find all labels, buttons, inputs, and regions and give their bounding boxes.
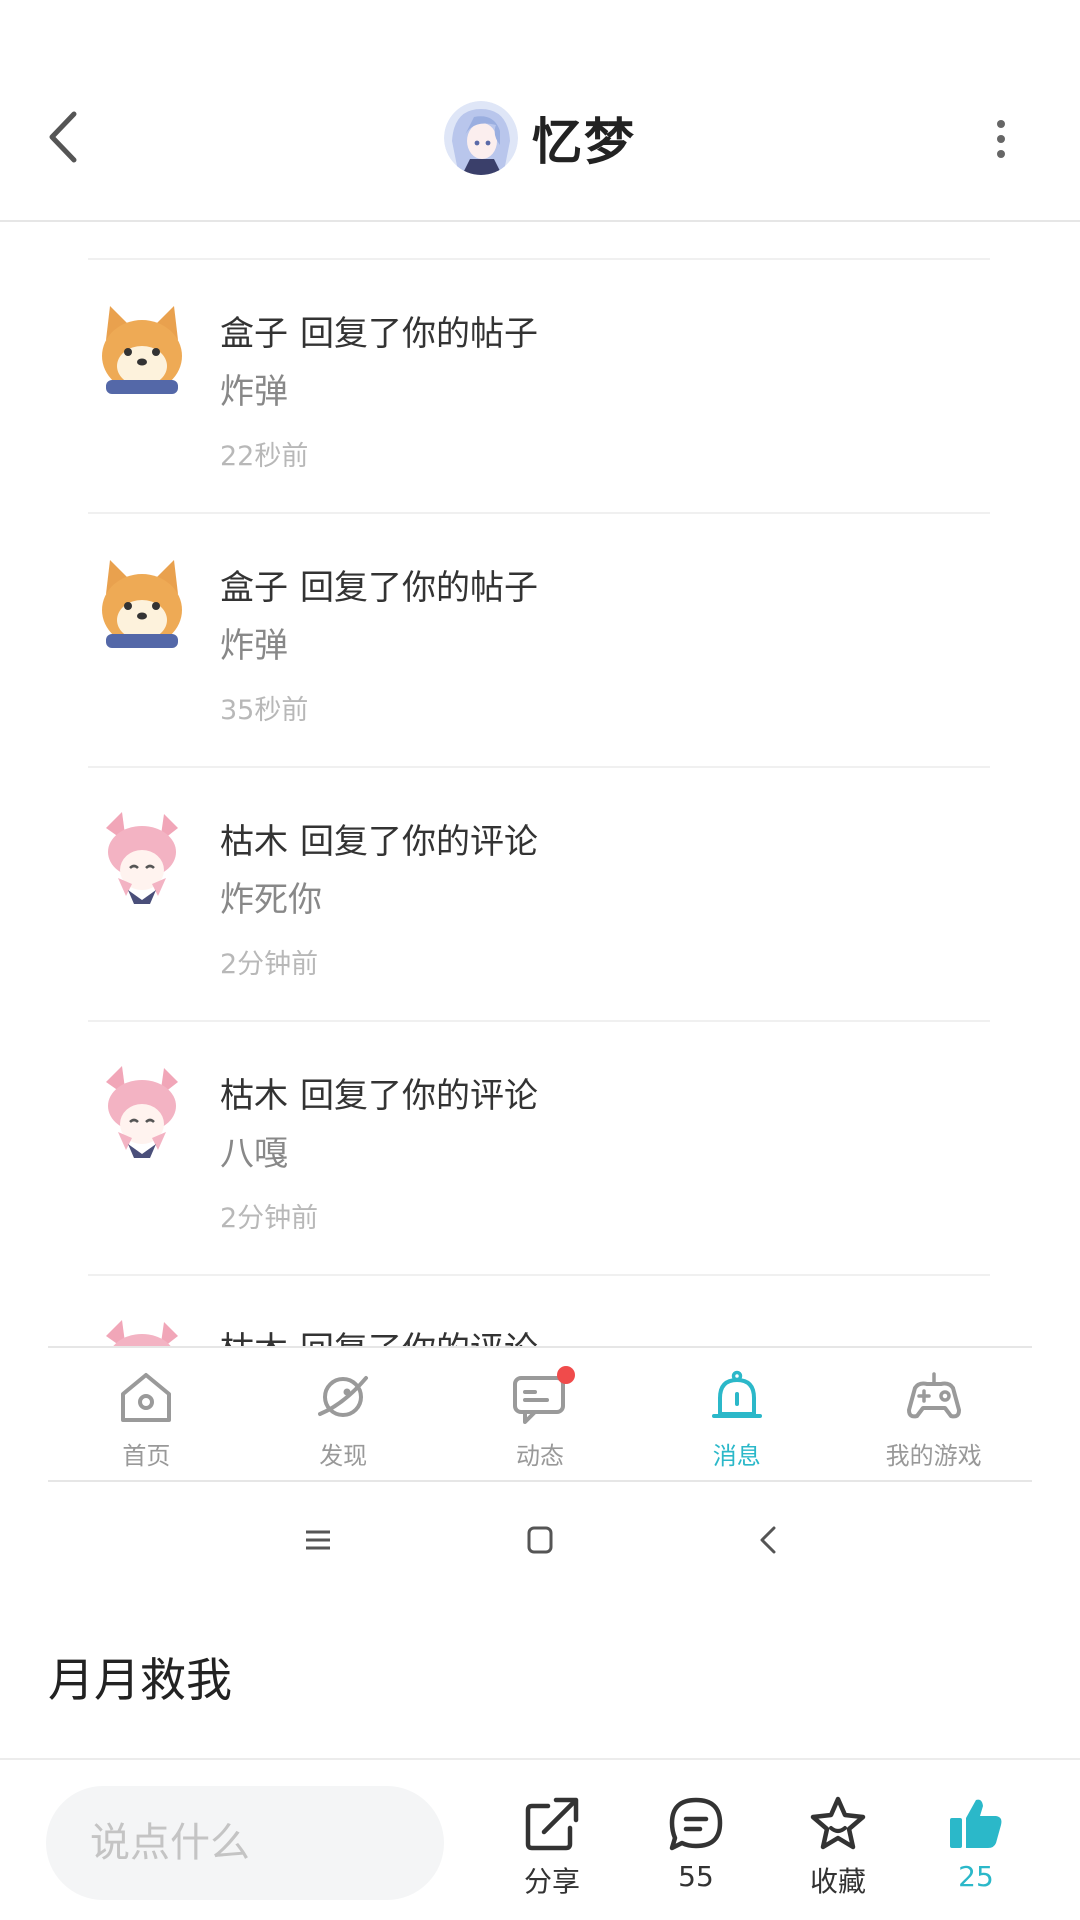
tab-label: 消息 <box>712 1442 761 1470</box>
bell-icon <box>708 1370 766 1424</box>
user-avatar[interactable] <box>92 1316 192 1346</box>
tab-label: 发现 <box>319 1442 368 1470</box>
notification-title: 盒子 回复了你的帖子 <box>220 306 538 355</box>
tab-discover[interactable]: 发现 <box>245 1348 442 1480</box>
user-avatar[interactable] <box>92 554 192 654</box>
notification-title: 盒子 回复了你的帖子 <box>220 560 538 609</box>
username[interactable]: 枯木 <box>220 1330 288 1346</box>
timestamp: 2分钟前 <box>220 949 319 980</box>
unread-badge <box>556 1366 575 1384</box>
notification-action: 回复了你的帖子 <box>300 314 538 354</box>
gamepad-icon <box>905 1370 963 1424</box>
back-nav-button[interactable] <box>752 1520 784 1564</box>
planet-icon <box>314 1370 372 1424</box>
user-avatar[interactable] <box>92 300 192 400</box>
reply-content: 八嘎 <box>220 1134 288 1174</box>
like-count: 25 <box>958 1860 994 1893</box>
square-icon <box>527 1526 553 1554</box>
tab-my-games[interactable]: 我的游戏 <box>835 1348 1032 1480</box>
thumbs-up-icon <box>950 1799 1002 1848</box>
tab-label: 首页 <box>122 1442 171 1470</box>
comment-button[interactable]: 55 <box>646 1794 746 1893</box>
username[interactable]: 盒子 <box>220 568 288 608</box>
reply-content: 炸弹 <box>220 372 288 412</box>
username[interactable]: 枯木 <box>220 1076 288 1116</box>
timestamp: 2分钟前 <box>220 1203 319 1234</box>
tab-home[interactable]: 首页 <box>48 1348 245 1480</box>
share-icon <box>525 1797 579 1851</box>
bottom-tab-bar: 首页 发现 动态 消息 我的游戏 <box>48 1346 1032 1482</box>
more-button[interactable] <box>990 118 1012 160</box>
post-action-bar: 说点什么 分享 55 收藏 25 <box>0 1758 1080 1920</box>
list-item[interactable]: 盒子 回复了你的帖子 炸弹 22秒前 <box>88 260 990 514</box>
favorite-label: 收藏 <box>809 1865 866 1898</box>
star-icon <box>810 1796 866 1850</box>
header-title-group: 忆梦 <box>0 98 1080 178</box>
notification-action: 回复了你的评论 <box>300 1076 538 1116</box>
username[interactable]: 盒子 <box>220 314 288 354</box>
notification-title: 枯木回复了你的评论 <box>220 1068 538 1117</box>
comment-input[interactable]: 说点什么 <box>46 1786 444 1900</box>
comment-count: 55 <box>678 1860 714 1893</box>
page-title: 忆梦 <box>532 113 636 171</box>
reply-content: 炸弹 <box>220 626 288 666</box>
notification-action: 回复了你的评论 <box>300 1330 538 1346</box>
favorite-button[interactable]: 收藏 <box>788 1794 888 1900</box>
like-button[interactable]: 25 <box>926 1794 1026 1893</box>
system-nav-bar <box>0 1484 1080 1596</box>
title-avatar[interactable] <box>444 101 518 175</box>
notification-title: 枯木回复了你的评论 <box>220 814 538 863</box>
tab-messages[interactable]: 消息 <box>638 1348 835 1480</box>
user-avatar[interactable] <box>92 808 192 908</box>
more-vertical-icon <box>997 120 1005 158</box>
tab-feed[interactable]: 动态 <box>442 1348 639 1480</box>
menu-icon <box>306 1530 330 1550</box>
share-button[interactable]: 分享 <box>502 1794 602 1900</box>
tab-label: 动态 <box>515 1442 564 1470</box>
notification-list[interactable]: 盒子 回复了你的帖子 炸弹 22秒前 盒子 回复了你的帖子 炸弹 35秒前 枯木… <box>0 224 1080 1346</box>
timestamp: 22秒前 <box>220 441 309 472</box>
feed-icon <box>511 1366 575 1424</box>
app-header: 忆梦 <box>0 0 1080 222</box>
post-body-text: 月月救我 <box>48 1653 232 1707</box>
home-icon <box>117 1370 175 1424</box>
notification-title: 枯木回复了你的评论 <box>220 1322 538 1346</box>
chevron-left-icon <box>760 1526 776 1554</box>
user-avatar[interactable] <box>92 1062 192 1162</box>
tab-label: 我的游戏 <box>885 1442 982 1470</box>
comment-icon <box>669 1797 723 1851</box>
list-item[interactable]: 枯木回复了你的评论 <box>88 1276 990 1346</box>
reply-content: 炸死你 <box>220 880 322 920</box>
notification-action: 回复了你的帖子 <box>300 568 538 608</box>
username[interactable]: 枯木 <box>220 822 288 862</box>
share-label: 分享 <box>523 1865 580 1898</box>
list-item[interactable]: 盒子 回复了你的帖子 炸弹 35秒前 <box>88 514 990 768</box>
menu-button[interactable] <box>302 1520 334 1564</box>
home-nav-button[interactable] <box>524 1520 556 1564</box>
list-item[interactable]: 枯木 回复了你的评论 八嘎 2分钟前 <box>88 1022 990 1276</box>
list-item[interactable]: 枯木 回复了你的评论 炸死你 2分钟前 <box>88 768 990 1022</box>
notification-action: 回复了你的评论 <box>300 822 538 862</box>
timestamp: 35秒前 <box>220 695 309 726</box>
